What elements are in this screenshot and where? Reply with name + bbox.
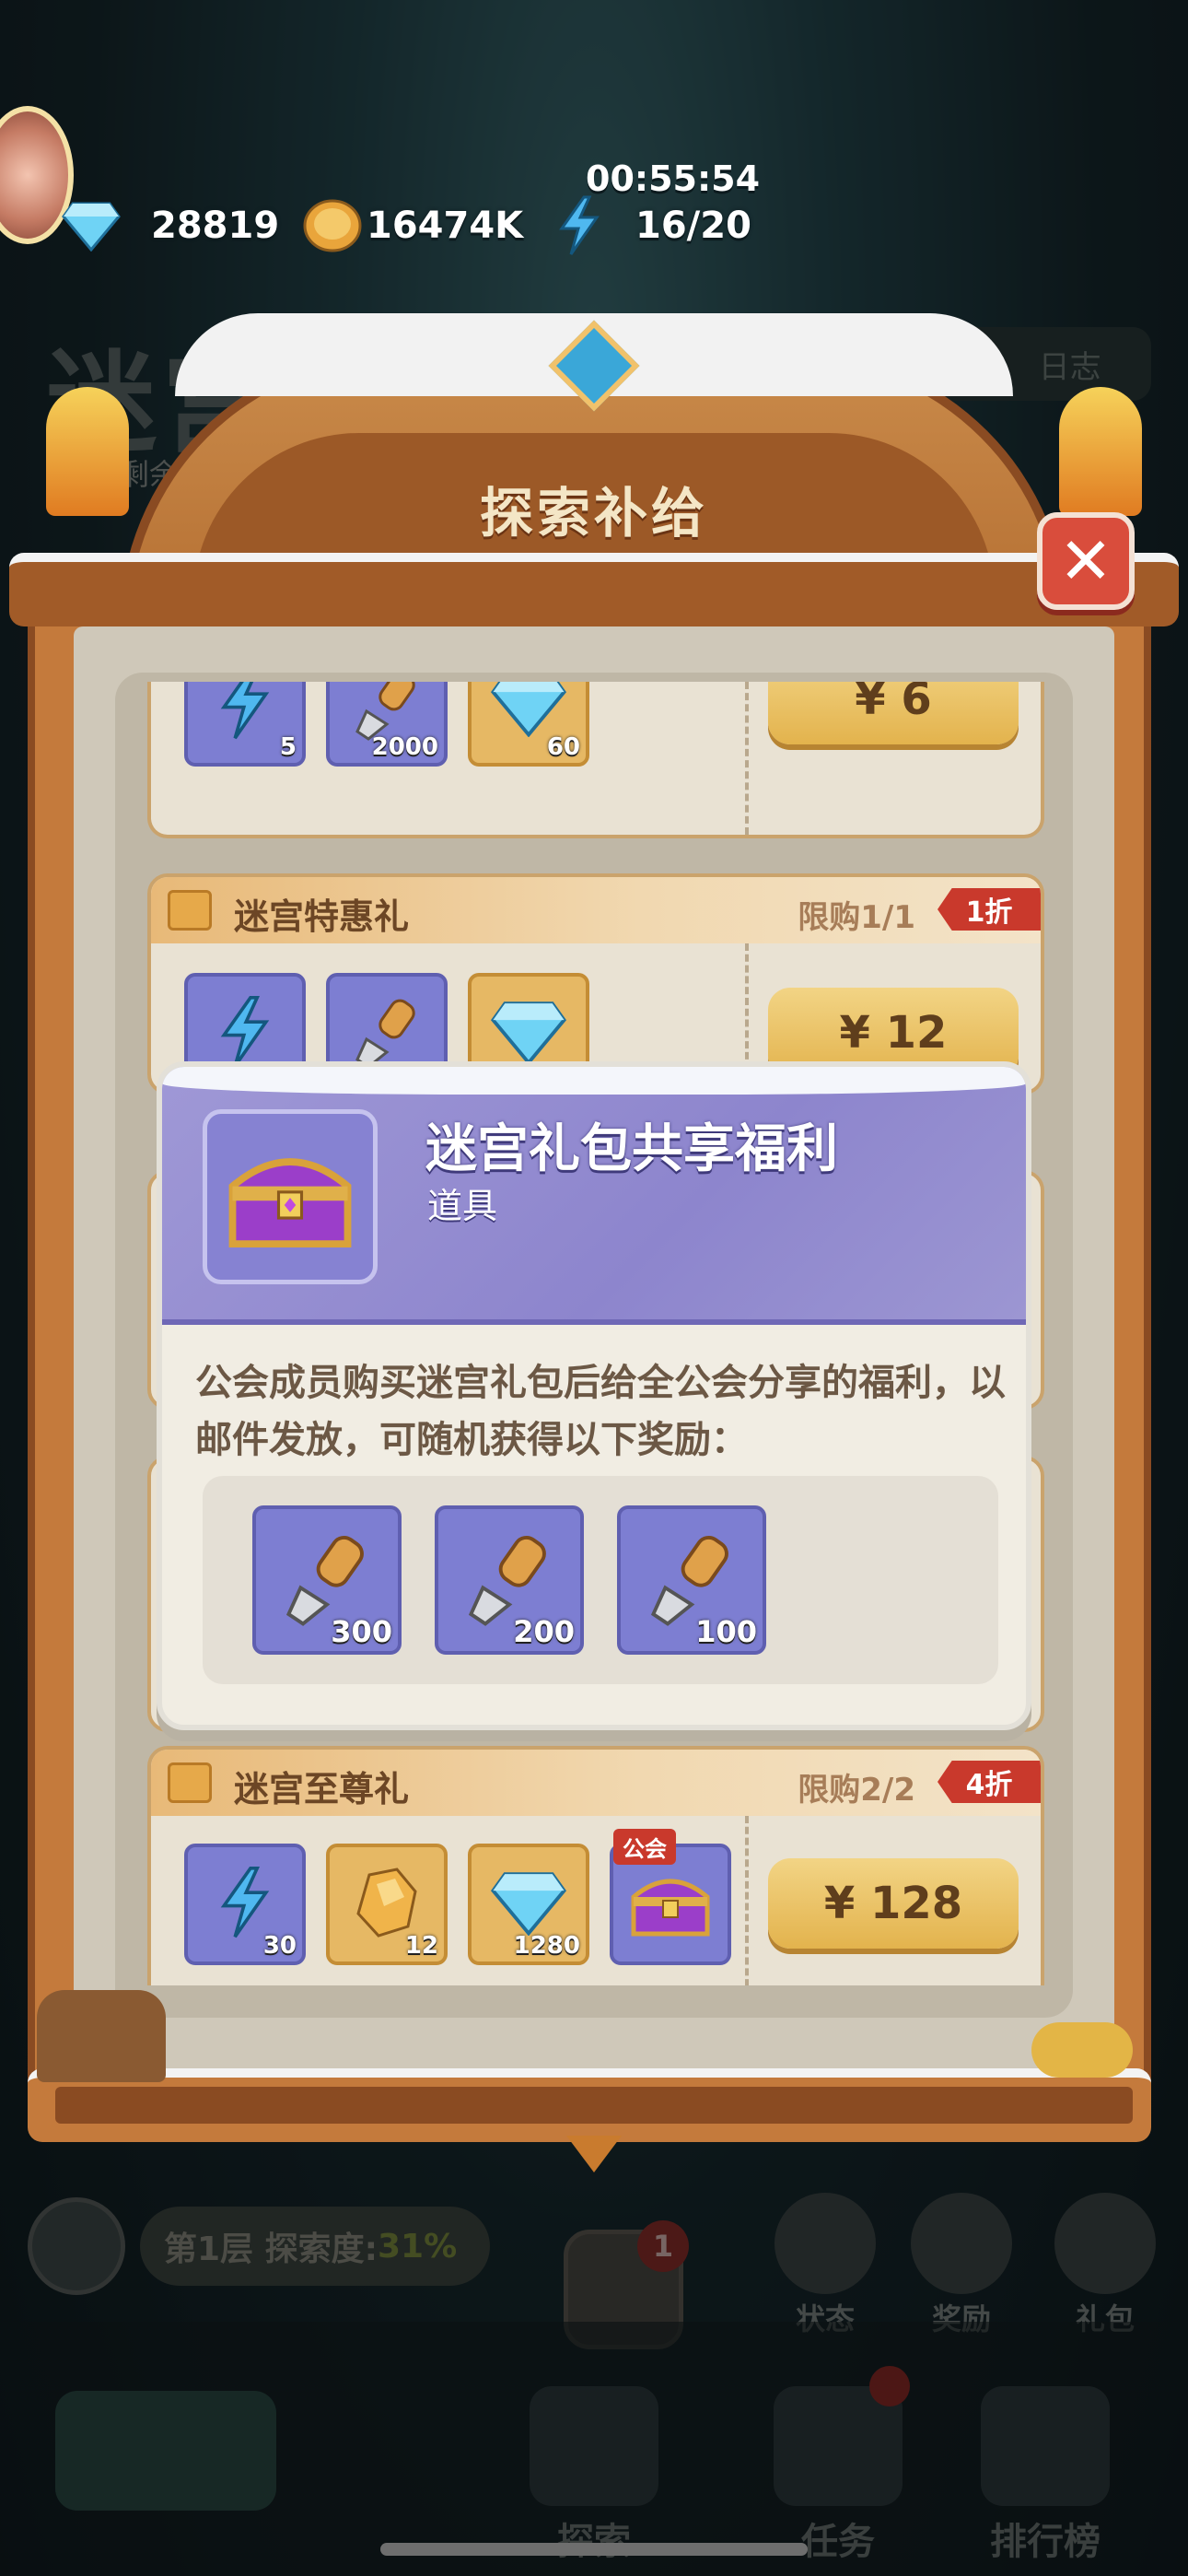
item-info-popup: 迷宫礼包共享福利 道具 公会成员购买迷宫礼包后给全公会分享的福利，以邮件发放，可… (157, 1061, 1031, 1730)
panel-header-band (9, 553, 1179, 626)
pack-name: 迷宫至尊礼 (234, 1769, 410, 1809)
slot-qty: 5 (279, 733, 297, 761)
pack-divider (745, 682, 749, 835)
coins-decoration-icon (1031, 2022, 1133, 2078)
panel-bottom-rail-inner (55, 2087, 1133, 2124)
slot-qty: 60 (546, 733, 580, 761)
gift-box-icon (168, 1762, 212, 1803)
treasure-chest-icon (221, 1135, 359, 1259)
gift-box-icon (168, 890, 212, 931)
slot-qty: 30 (262, 1932, 297, 1960)
pack-limit: 限购1/1 (798, 899, 915, 936)
popup-description: 公会成员购买迷宫礼包后给全公会分享的福利，以邮件发放，可随机获得以下奖励： (195, 1362, 1006, 1461)
reward-slot[interactable]: 1280 (468, 1844, 589, 1965)
reward-slot[interactable]: 60 (468, 682, 589, 767)
coin-icon (302, 195, 363, 256)
reward-slot[interactable]: 2000 (326, 682, 448, 767)
diamond-icon (489, 1869, 568, 1939)
guild-tag: 公会 (613, 1829, 676, 1865)
gems-counter: 28819 (61, 193, 279, 258)
chest-decoration-icon (37, 1990, 166, 2082)
pack-name: 迷宫特惠礼 (234, 896, 410, 937)
diamond-icon (489, 682, 568, 741)
pack-divider (745, 1816, 749, 1985)
diamond-icon (489, 999, 568, 1069)
coins-value: 16474K (367, 205, 524, 247)
pack-limit: 限购2/2 (798, 1772, 915, 1809)
pack-card: 迷宫至尊礼 限购2/2 4折 30 12 1280 公会 ¥ 128 (147, 1746, 1044, 1985)
reward-slot[interactable]: 200 (435, 1505, 584, 1655)
slot-qty: 100 (695, 1614, 757, 1649)
popup-title: 迷宫礼包共享福利 (425, 1119, 838, 1179)
pack-card: 5 2000 60 ¥ 6 (147, 682, 1044, 838)
reward-slot[interactable]: 12 (326, 1844, 448, 1965)
diamond-icon (61, 195, 122, 256)
treasure-chest-icon (626, 1866, 715, 1943)
reward-slot[interactable]: 5 (184, 682, 306, 767)
slot-qty: 300 (331, 1614, 392, 1649)
reward-slot[interactable]: 100 (617, 1505, 766, 1655)
reward-slot[interactable]: 300 (252, 1505, 402, 1655)
buy-button[interactable]: ¥ 6 (768, 682, 1019, 744)
reward-slot[interactable]: 30 (184, 1844, 306, 1965)
close-button[interactable]: ✕ (1037, 512, 1135, 610)
energy-icon (217, 682, 273, 744)
popup-reward-list: 300 200 100 (203, 1476, 998, 1684)
buy-button[interactable]: ¥ 128 (768, 1858, 1019, 1949)
slot-qty: 200 (513, 1614, 575, 1649)
gems-value: 28819 (151, 205, 280, 247)
discount-badge: 1折 (938, 888, 1041, 931)
energy-bolt-icon (549, 195, 610, 256)
coins-counter: 16474K (302, 193, 523, 258)
popup-item-type: 道具 (427, 1186, 498, 1226)
close-icon: ✕ (1058, 523, 1113, 599)
popup-snow-decoration (162, 1067, 1026, 1095)
energy-value: 16/20 (635, 205, 751, 247)
panel-title: 探索补给 (479, 482, 708, 544)
discount-badge: 4折 (938, 1761, 1041, 1803)
energy-counter: 16/20 (549, 193, 751, 258)
slot-qty: 2000 (371, 733, 438, 761)
popup-item-slot (203, 1109, 378, 1284)
slot-qty: 1280 (513, 1932, 580, 1960)
reward-slot[interactable]: 公会 (610, 1829, 731, 1965)
slot-qty: 12 (404, 1932, 438, 1960)
